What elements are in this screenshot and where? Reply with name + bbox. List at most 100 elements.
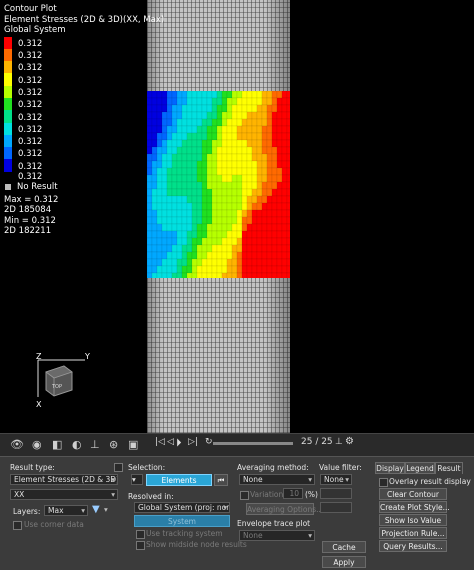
prev-frame-icon[interactable]: ◁ [167,437,174,447]
envelope-select[interactable]: None [239,530,315,541]
legend-row: 0.312 [4,73,164,86]
eye-icon[interactable]: 👁 [10,438,24,451]
legend-swatch [4,73,12,86]
triad-icon: TOP [37,359,85,397]
projection-rule-button[interactable]: Projection Rule... [379,527,447,539]
cube-icon[interactable]: ◧ [52,438,62,451]
apply-button[interactable]: Apply [322,556,366,568]
no-result-label: No Result [17,182,58,193]
legend-swatch [4,159,12,172]
show-iso-value-button[interactable]: Show Iso Value [379,514,447,526]
frame-counter: 25 / 25 [301,437,333,447]
triad-y-label: Y [85,352,90,361]
tab-legend[interactable]: Legend [405,462,435,474]
model-icon[interactable]: ▣ [128,438,138,451]
query-results-button[interactable]: Query Results... [379,540,447,552]
view-triad[interactable]: TOP Z Y X [30,352,110,412]
use-tracking-checkbox[interactable] [136,530,145,539]
legend-swatch [4,134,12,148]
legend-swatch [4,147,12,160]
axes-icon[interactable]: ⊥ [90,438,100,451]
contour-panel: Result type: Element Stresses (2D & 3D) … [0,456,474,570]
legend-level-value: 0.312 [18,112,43,123]
legend-row: 0.312 [4,110,164,123]
triad-cube-label: TOP [51,384,62,390]
legend-title-3: Global System [4,25,66,35]
tab-result[interactable]: Result [435,462,463,474]
frame-settings-icon[interactable]: ⊥ [335,437,343,447]
layers-select[interactable]: Max [44,505,88,516]
component-select[interactable]: XX [10,489,118,500]
averaging-method-select[interactable]: None [239,474,315,485]
legend-stats: Max = 0.312 2D 185084 Min = 0.312 2D 182… [4,195,164,237]
averaging-method-label: Averaging method: [237,463,309,472]
legend-max-id: 2D 185084 [4,205,52,216]
tab-display[interactable]: Display [375,462,405,474]
value-filter-min [320,488,352,499]
filter-icon[interactable]: ▼ [92,504,100,515]
use-corner-data-label: Use corner data [24,520,84,529]
legend-levels: 0.312 0.312 0.312 0.312 0.312 0.312 0.31… [4,36,164,182]
variation-checkbox[interactable] [240,491,249,500]
result-type-checkbox[interactable] [114,463,123,472]
legend-level-value: 0.312 [18,38,43,49]
next-frame-icon[interactable]: ▷| [188,437,198,447]
legend-row: 0.312 [4,36,164,49]
loop-icon[interactable]: ↻ [205,437,213,447]
selection-elements-button[interactable]: Elements [146,474,212,486]
variation-input[interactable]: 10 [283,488,303,499]
legend-title-2: Element Stresses (2D & 3D)(XX, Max) [4,14,165,25]
value-filter-label: Value filter: [319,463,362,472]
legend-title-1: Contour Plot [4,4,57,14]
clear-contour-button[interactable]: Clear Contour [379,488,447,500]
averaging-options-button[interactable]: Averaging Options... [246,503,323,515]
value-filter-select[interactable]: None [320,474,352,485]
gear-icon[interactable]: ⚙ [345,436,354,447]
color-icon[interactable]: ◐ [72,438,82,451]
graphics-viewport[interactable]: Contour Plot Element Stresses (2D & 3D)(… [0,0,474,433]
legend-bottom-value: 0.312 [18,171,43,182]
legend-swatch [4,36,12,49]
camera-icon[interactable]: ◉ [32,438,42,451]
legend-min: Min = 0.312 [4,215,56,226]
create-plot-style-button[interactable]: Create Plot Style... [379,501,450,513]
legend-swatch [4,61,12,74]
legend-row: 0.312 [4,159,164,172]
resolved-in-label: Resolved in: [128,492,174,501]
use-corner-data-checkbox[interactable] [13,521,22,530]
selection-filter-icon[interactable]: ▾ [131,474,143,485]
legend-row: 0.312 [4,48,164,62]
legend-swatch [4,110,12,123]
contour-legend: Contour Plot Element Stresses (2D & 3D)(… [4,4,164,237]
legend-max: Max = 0.312 [4,194,59,205]
selection-reset-icon[interactable]: ⏮ [214,474,228,486]
use-tracking-label: Use tracking system [146,529,223,538]
frame-slider[interactable] [213,442,293,445]
envelope-label: Envelope trace plot [237,519,311,528]
legend-swatch [4,97,12,111]
filter-dropdown-icon[interactable]: ▾ [104,505,108,514]
first-frame-icon[interactable]: |◁ [155,437,165,447]
variation-unit: (%) [305,490,318,499]
layers-label: Layers: [13,507,41,516]
animation-bar: |◁ ◁ ⏵ ▷| ↻ 25 / 25 ⊥ ⚙ [155,436,474,451]
legend-level-value: 0.312 [18,63,43,74]
cache-button[interactable]: Cache [322,541,366,553]
system-button[interactable]: System [134,515,230,527]
legend-swatch [4,122,12,135]
value-filter-max [320,502,352,513]
result-type-label: Result type: [10,463,55,472]
legend-level-value: 0.312 [18,149,43,160]
overlay-result-checkbox[interactable] [379,478,388,487]
legend-row: 0.312 [4,85,164,98]
triad-z-label: Z [36,352,42,361]
result-type-select[interactable]: Element Stresses (2D & 3D) (t [10,474,118,485]
legend-no-result: No Result [4,182,164,193]
play-icon[interactable]: ⏵ [176,436,182,450]
resolved-in-select[interactable]: Global System (proj: none) [134,502,230,513]
show-midside-checkbox[interactable] [136,541,145,550]
legend-min-id: 2D 182211 [4,226,52,237]
target-icon[interactable]: ⊛ [109,438,118,451]
legend-level-value: 0.312 [18,137,43,148]
contour-plot [147,91,290,278]
